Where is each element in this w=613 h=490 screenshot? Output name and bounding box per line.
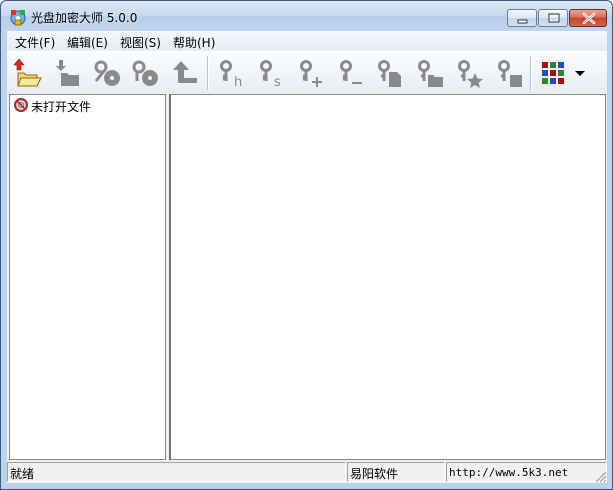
menu-bar: 文件(F) 编辑(E) 视图(S) 帮助(H)	[7, 31, 607, 51]
website-url[interactable]: http://www.5k3.net	[446, 462, 607, 482]
window-title: 光盘加密大师 5.0.0	[31, 11, 138, 25]
cd-lock-app-icon	[9, 8, 27, 26]
dropdown-arrow-icon	[575, 71, 585, 76]
resize-grip-icon[interactable]	[593, 469, 607, 483]
folder-tree[interactable]: 未打开文件	[9, 94, 166, 460]
favorite-button[interactable]	[453, 57, 485, 89]
up-level-button[interactable]	[169, 57, 201, 89]
publisher-text: 易阳软件	[347, 462, 445, 482]
title-bar[interactable]: 光盘加密大师 5.0.0	[1, 1, 612, 31]
encrypt-file-button[interactable]	[373, 57, 405, 89]
key-folder-icon	[418, 60, 443, 87]
maximize-button[interactable]	[538, 9, 568, 27]
key-disc-icon	[94, 60, 120, 86]
save-down-icon	[56, 60, 79, 86]
key-s-icon: s	[260, 60, 281, 90]
grid-cell	[558, 70, 564, 76]
grid-cell	[542, 62, 548, 68]
open-folder-icon	[13, 58, 42, 87]
key-file-icon	[378, 60, 401, 87]
menu-help[interactable]: 帮助(H)	[173, 34, 215, 51]
toolbar-separator	[530, 56, 532, 90]
close-icon	[582, 12, 596, 25]
svg-text:s: s	[274, 75, 281, 89]
key-plus-icon	[300, 60, 322, 87]
tree-item-label: 未打开文件	[31, 100, 92, 114]
menu-edit[interactable]: 编辑(E)	[67, 34, 108, 51]
grid-cell	[558, 78, 564, 84]
key-star-icon	[458, 60, 483, 88]
key-minus-icon	[340, 60, 362, 84]
hide-button[interactable]: h	[215, 57, 247, 90]
minimize-icon	[517, 19, 528, 24]
grid-cell	[550, 78, 556, 84]
remove-button[interactable]	[335, 57, 367, 89]
encrypt-disc-button[interactable]	[91, 57, 123, 89]
status-bar: 就绪 易阳软件 http://www.5k3.net	[7, 461, 607, 483]
minimize-button[interactable]	[507, 9, 537, 27]
toolbar-separator	[207, 56, 209, 90]
view-grid-icon	[542, 62, 564, 84]
extract-button[interactable]	[51, 57, 83, 89]
encrypt-folder-button[interactable]	[413, 57, 445, 89]
decrypt-disc-button[interactable]	[129, 57, 161, 89]
grid-cell	[542, 78, 548, 84]
client-area: 未打开文件	[7, 93, 607, 461]
maximize-icon	[548, 13, 560, 23]
up-level-icon	[173, 61, 197, 83]
add-button[interactable]	[295, 57, 327, 89]
view-mode-dropdown[interactable]	[571, 57, 589, 89]
key-disc-alt-icon	[132, 60, 158, 86]
grid-cell	[550, 62, 556, 68]
close-button[interactable]	[569, 9, 607, 27]
view-mode-button[interactable]	[537, 57, 569, 89]
menu-file[interactable]: 文件(F)	[15, 34, 55, 51]
open-button[interactable]	[11, 57, 43, 89]
toolbar: h s	[7, 51, 607, 93]
status-text: 就绪	[7, 462, 346, 482]
grid-cell	[542, 70, 548, 76]
file-list[interactable]	[169, 94, 606, 460]
properties-button[interactable]	[493, 57, 525, 89]
grid-cell	[558, 62, 564, 68]
key-square-icon	[498, 60, 522, 87]
super-hide-button[interactable]: s	[255, 57, 287, 90]
grid-cell	[550, 70, 556, 76]
svg-text:h: h	[234, 75, 242, 89]
key-hide-icon: h	[220, 60, 242, 90]
app-window: 光盘加密大师 5.0.0 文件(F) 编辑(E) 视图(S) 帮助(H) h s…	[0, 0, 613, 490]
no-disc-icon	[14, 98, 28, 112]
menu-view[interactable]: 视图(S)	[120, 34, 161, 51]
